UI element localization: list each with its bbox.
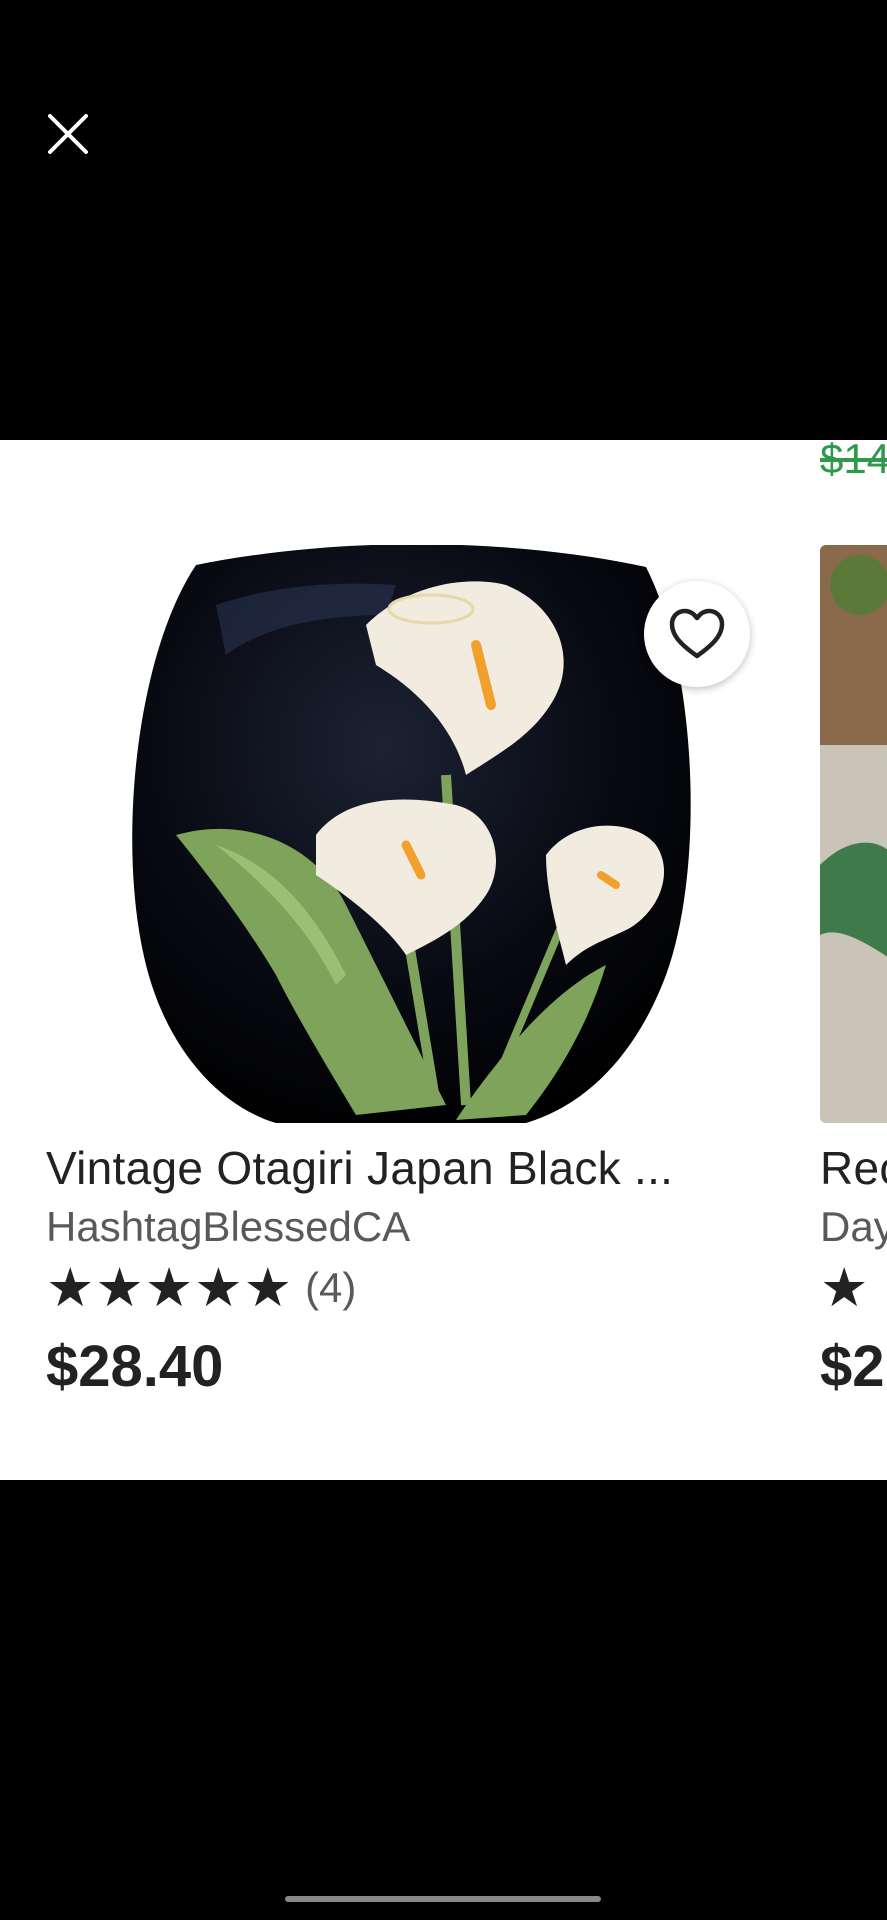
next-shop-name: Day [820, 1203, 887, 1250]
next-listing-image[interactable] [820, 545, 887, 1123]
listing-price: $28.40 [46, 1334, 224, 1399]
previous-row-sale-price: $14 [820, 435, 887, 482]
star-rating: ★★★★★ [46, 1258, 294, 1318]
close-button[interactable] [40, 106, 96, 162]
next-listing-title[interactable]: Rec [820, 1141, 887, 1195]
next-listing-photo [820, 545, 887, 1123]
home-indicator[interactable] [285, 1896, 601, 1902]
screenshot-viewer: $14 Vintage Otagiri Japan Black ... Hash… [0, 0, 887, 1920]
listing-title[interactable]: Vintage Otagiri Japan Black ... [46, 1141, 776, 1195]
rating-row: ★★★★★ (4) [46, 1261, 776, 1315]
listing-image[interactable] [46, 545, 776, 1123]
shop-name: HashtagBlessedCA [46, 1203, 411, 1250]
next-rating-row: ★ [820, 1261, 887, 1315]
next-listing-price: $2 [820, 1334, 885, 1399]
next-listing-card[interactable]: Rec Day ★ $2 [820, 545, 887, 1400]
listing-card[interactable]: Vintage Otagiri Japan Black ... HashtagB… [46, 545, 776, 1400]
next-star-rating: ★ [820, 1258, 870, 1318]
favorite-button[interactable] [644, 581, 750, 687]
heart-outline-icon [669, 608, 725, 659]
review-count: (4) [305, 1264, 357, 1311]
close-icon [48, 114, 88, 154]
